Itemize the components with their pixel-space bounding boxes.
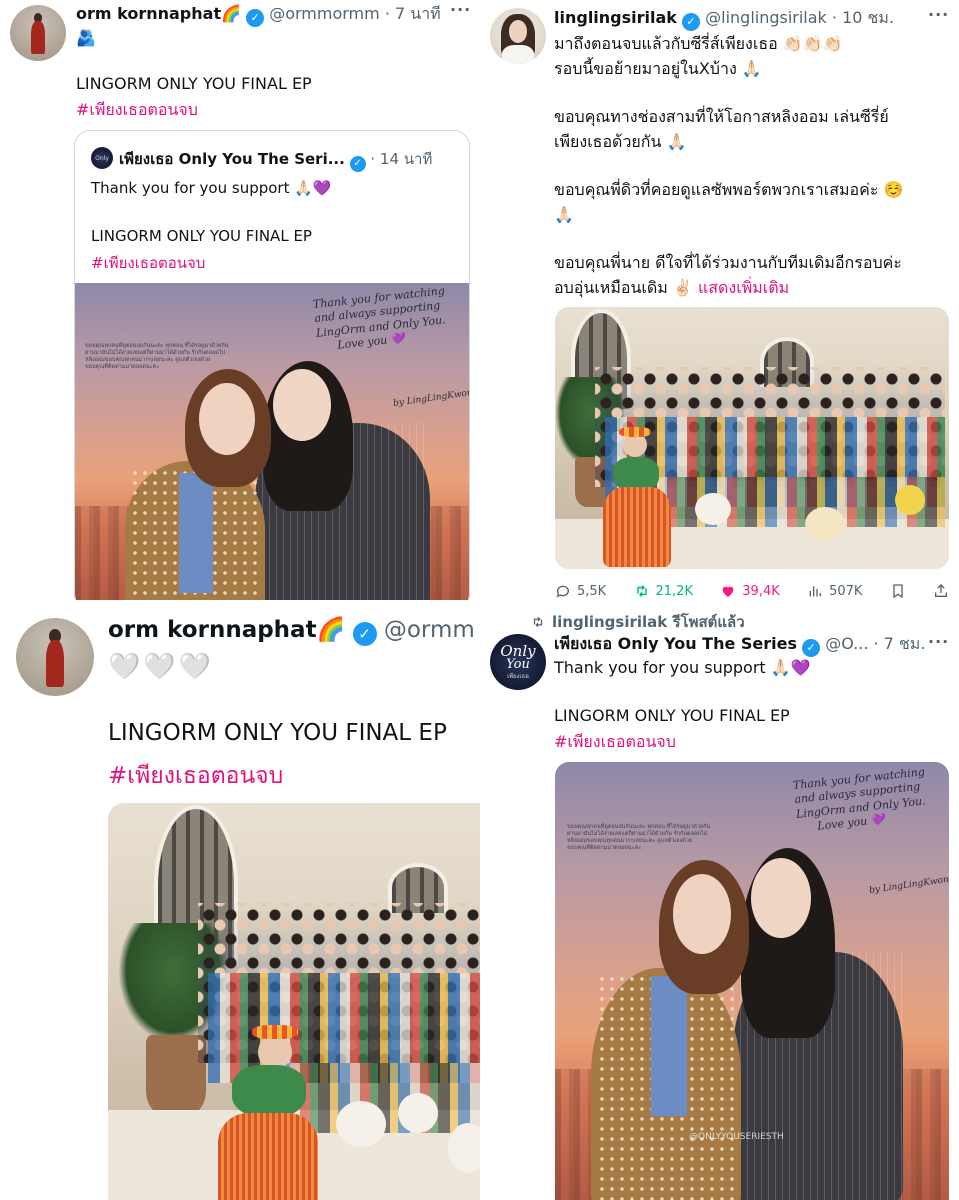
author-handle[interactable]: @ormmormm	[269, 4, 380, 23]
quoted-hashtag[interactable]: #เพียงเธอตอนจบ	[91, 251, 205, 275]
quoted-avatar: Only	[91, 147, 113, 169]
hashtag-link[interactable]: #เพียงเธอตอนจบ	[108, 758, 283, 794]
tweet-photo[interactable]: Thank you for watching and always support…	[555, 762, 949, 1200]
author-handle[interactable]: @linglingsirilak	[705, 8, 827, 27]
tweet-text: มาถึงตอนจบแล้วกับซีรี่ส์เพียงเธอ 👏🏻👏🏻👏🏻 …	[554, 34, 904, 297]
tweet-photo[interactable]	[555, 307, 949, 569]
author-handle[interactable]: @ormm	[384, 617, 475, 643]
tweet-text: LINGORM ONLY YOU FINAL EP	[108, 720, 447, 746]
author-name[interactable]: orm kornnaphat🌈	[108, 617, 345, 643]
quoted-author-name: เพียงเธอ Only You The Seri...	[119, 150, 345, 168]
bookmark-icon	[893, 584, 903, 599]
show-more-link[interactable]: แสดงเพิ่มเติม	[698, 278, 789, 297]
signature: by LingLingKwong	[392, 387, 470, 409]
tweet-ling: linglingsirilak ✓ @linglingsirilak · 10 …	[480, 0, 959, 600]
hashtag-link[interactable]: #เพียงเธอตอนจบ	[76, 98, 198, 123]
author-handle[interactable]: @O...	[825, 634, 868, 653]
handwritten-thai: ขอบคุณทุกคนที่ดูตอนจบกันนะคะ ทุกตอน ที่ไ…	[567, 824, 711, 851]
tweet-text: LINGORM ONLY YOU FINAL EP	[76, 74, 312, 93]
verified-icon: ✓	[352, 622, 377, 646]
tweet-orm-quote: orm kornnaphat🌈 ✓ @ormmormm · 7 นาที ···…	[0, 0, 480, 600]
action-bar: 5,5K 21,2K 39,4K 507K	[555, 580, 949, 600]
views-count: 507K	[829, 583, 863, 599]
tweet-photo[interactable]	[108, 803, 480, 1200]
signature: by LingLingKwong	[868, 874, 949, 896]
quoted-timestamp: · 14 นาที	[370, 150, 433, 168]
retweet-icon	[636, 585, 647, 597]
author-name[interactable]: เพียงเธอ Only You The Series	[554, 634, 797, 653]
timestamp[interactable]: · 7 นาที	[385, 4, 441, 23]
retweet-button[interactable]: 21,2K	[634, 583, 693, 599]
hashtag-link[interactable]: #เพียงเธอตอนจบ	[554, 730, 676, 755]
avatar[interactable]: Only You เพียงเธอ	[490, 634, 546, 690]
quoted-text-2: LINGORM ONLY YOU FINAL EP	[91, 227, 312, 245]
verified-icon: ✓	[802, 639, 821, 657]
more-icon[interactable]: ···	[450, 0, 471, 19]
tweet-text-last-line: อบอุ่นเหมือนเดิม ✌🏻	[554, 277, 693, 297]
retweet-count: 21,2K	[655, 583, 693, 599]
verified-icon: ✓	[246, 9, 265, 27]
tweet-series-retweet: linglingsirilak รีโพสต์แล้ว Only You เพี…	[480, 600, 959, 1200]
timestamp[interactable]: · 7 ชม.	[874, 634, 926, 653]
views-icon	[809, 586, 822, 597]
like-icon	[722, 586, 734, 597]
more-icon[interactable]: ···	[928, 5, 949, 24]
emoji-line: 🫂	[76, 28, 96, 47]
handwritten-note: Thank you for watching and always support…	[792, 765, 927, 833]
retweet-context[interactable]: linglingsirilak รีโพสต์แล้ว	[530, 610, 745, 634]
avatar[interactable]	[16, 618, 94, 696]
timestamp[interactable]: · 10 ชม.	[832, 8, 894, 27]
like-button[interactable]: 39,4K	[720, 583, 780, 599]
photo-watermark: @ONLYYOUSERIESTH	[689, 1132, 784, 1142]
reply-icon	[556, 585, 569, 598]
tweet-orm-group: orm kornnaphat🌈 ✓ @ormm 🤍🤍🤍 LINGORM ONLY…	[0, 600, 480, 1200]
reply-button[interactable]: 5,5K	[555, 583, 606, 599]
hearts-line: 🤍🤍🤍	[108, 652, 215, 682]
bookmark-button[interactable]	[890, 583, 906, 599]
like-count: 39,4K	[742, 583, 780, 599]
quoted-text: Thank you for you support 🙏🏻💜	[91, 179, 332, 197]
handwritten-thai: ขอบคุณทุกคนที่ดูตอนจบกันนะคะ ทุกตอน ที่ไ…	[85, 343, 229, 370]
quote-tweet-card[interactable]: Only เพียงเธอ Only You The Seri... ✓ · 1…	[74, 130, 470, 600]
retweet-icon	[533, 616, 543, 628]
share-icon	[935, 584, 947, 597]
share-button[interactable]	[933, 583, 949, 599]
avatar[interactable]	[10, 5, 66, 61]
more-icon[interactable]: ···	[928, 632, 949, 651]
reply-count: 5,5K	[577, 583, 607, 599]
quoted-photo[interactable]: Thank you for watching and always support…	[75, 283, 470, 600]
handwritten-note: Thank you for watching and always support…	[312, 284, 447, 352]
tweet-text-2: LINGORM ONLY YOU FINAL EP	[554, 706, 790, 725]
tweet-text: Thank you for you support 🙏🏻💜	[554, 658, 811, 677]
views-button[interactable]: 507K	[807, 583, 862, 599]
verified-icon: ✓	[682, 13, 701, 31]
avatar[interactable]	[490, 8, 546, 64]
author-name[interactable]: orm kornnaphat🌈	[76, 4, 241, 23]
verified-icon: ✓	[349, 156, 366, 172]
author-name[interactable]: linglingsirilak	[554, 8, 677, 27]
